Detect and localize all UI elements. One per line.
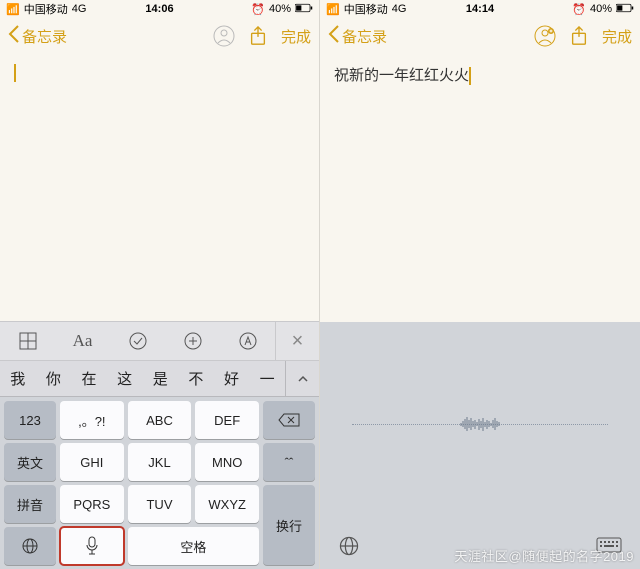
person-add-icon[interactable]: [213, 25, 235, 47]
share-icon[interactable]: [568, 25, 590, 47]
note-text: 祝新的一年红红火火: [334, 67, 469, 84]
candidate[interactable]: 在: [71, 368, 107, 389]
battery-icon: [616, 0, 634, 20]
candidate[interactable]: 一: [249, 368, 285, 389]
battery-label: 40%: [269, 3, 291, 15]
key-backspace[interactable]: [263, 401, 315, 439]
chevron-left-icon: [8, 25, 20, 47]
done-button[interactable]: 完成: [602, 26, 632, 47]
candidate[interactable]: 我: [0, 368, 36, 389]
dictation-panel: [320, 322, 640, 569]
battery-icon: [295, 0, 313, 20]
screen-right: 📶 中国移动 4G 14:14 ⏰ 40% 备忘录: [320, 0, 640, 569]
candidate[interactable]: 不: [178, 368, 214, 389]
note-content[interactable]: [0, 54, 319, 321]
key-pqrs[interactable]: PQRS: [60, 485, 124, 523]
key-jkl[interactable]: JKL: [128, 443, 192, 481]
status-bar: 📶 中国移动 4G 14:06 ⏰ 40%: [0, 0, 319, 18]
key-space[interactable]: 空格: [128, 527, 259, 565]
back-label: 备忘录: [342, 26, 387, 47]
keyboard: 123 ,。?! ABC DEF 英文 GHI JKL MNO ˆˆ 拼音 PQ…: [0, 397, 319, 569]
plus-circle-icon[interactable]: [165, 332, 220, 350]
format-aa[interactable]: Aa: [55, 331, 110, 351]
screen-left: 📶 中国移动 4G 14:06 ⏰ 40% 备忘录: [0, 0, 320, 569]
key-punct[interactable]: ,。?!: [60, 401, 124, 439]
alarm-icon: ⏰: [251, 3, 265, 16]
back-label: 备忘录: [22, 26, 67, 47]
clock: 14:06: [145, 3, 173, 15]
close-toolbar[interactable]: ×: [275, 322, 319, 360]
battery-label: 40%: [590, 3, 612, 15]
candidate[interactable]: 你: [36, 368, 72, 389]
key-pinyin[interactable]: 拼音: [4, 485, 56, 523]
person-add-icon[interactable]: [534, 25, 556, 47]
markup-icon[interactable]: [220, 332, 275, 350]
candidate[interactable]: 是: [143, 368, 179, 389]
back-button[interactable]: 备忘录: [328, 25, 387, 47]
nav-bar: 备忘录 完成: [0, 18, 319, 54]
alarm-icon: ⏰: [572, 3, 586, 16]
key-english[interactable]: 英文: [4, 443, 56, 481]
status-bar: 📶 中国移动 4G 14:14 ⏰ 40%: [320, 0, 640, 18]
candidate-expand[interactable]: [285, 361, 319, 396]
watermark: 天涯社区@随便起的名字2019: [454, 546, 634, 565]
key-abc[interactable]: ABC: [128, 401, 192, 439]
key-microphone[interactable]: [60, 527, 124, 565]
key-tuv[interactable]: TUV: [128, 485, 192, 523]
share-icon[interactable]: [247, 25, 269, 47]
nav-bar: 备忘录 完成: [320, 18, 640, 54]
network-label: 4G: [72, 3, 87, 15]
signal-icon: 📶: [6, 3, 20, 16]
signal-icon: 📶: [326, 3, 340, 16]
candidate[interactable]: 好: [214, 368, 250, 389]
candidate-bar: 我 你 在 这 是 不 好 一: [0, 361, 319, 397]
table-icon[interactable]: [0, 332, 55, 350]
note-content[interactable]: 祝新的一年红红火火: [320, 54, 640, 322]
key-mno[interactable]: MNO: [195, 443, 259, 481]
chevron-left-icon: [328, 25, 340, 47]
key-ghi[interactable]: GHI: [60, 443, 124, 481]
clock: 14:14: [466, 3, 494, 15]
carrier-label: 中国移动: [24, 1, 68, 17]
globe-icon[interactable]: [338, 535, 360, 562]
key-123[interactable]: 123: [4, 401, 56, 439]
checklist-icon[interactable]: [110, 332, 165, 350]
back-button[interactable]: 备忘录: [8, 25, 67, 47]
key-def[interactable]: DEF: [195, 401, 259, 439]
candidate[interactable]: 这: [107, 368, 143, 389]
network-label: 4G: [392, 3, 407, 15]
text-cursor: [14, 64, 16, 82]
keyboard-toolbar: Aa ×: [0, 321, 319, 361]
key-shift[interactable]: ˆˆ: [263, 443, 315, 481]
carrier-label: 中国移动: [344, 1, 388, 17]
key-newline[interactable]: 换行: [263, 485, 315, 565]
key-globe[interactable]: [4, 527, 56, 565]
key-wxyz[interactable]: WXYZ: [195, 485, 259, 523]
dictation-waveform: [320, 322, 640, 528]
text-cursor: [469, 67, 471, 85]
done-button[interactable]: 完成: [281, 26, 311, 47]
